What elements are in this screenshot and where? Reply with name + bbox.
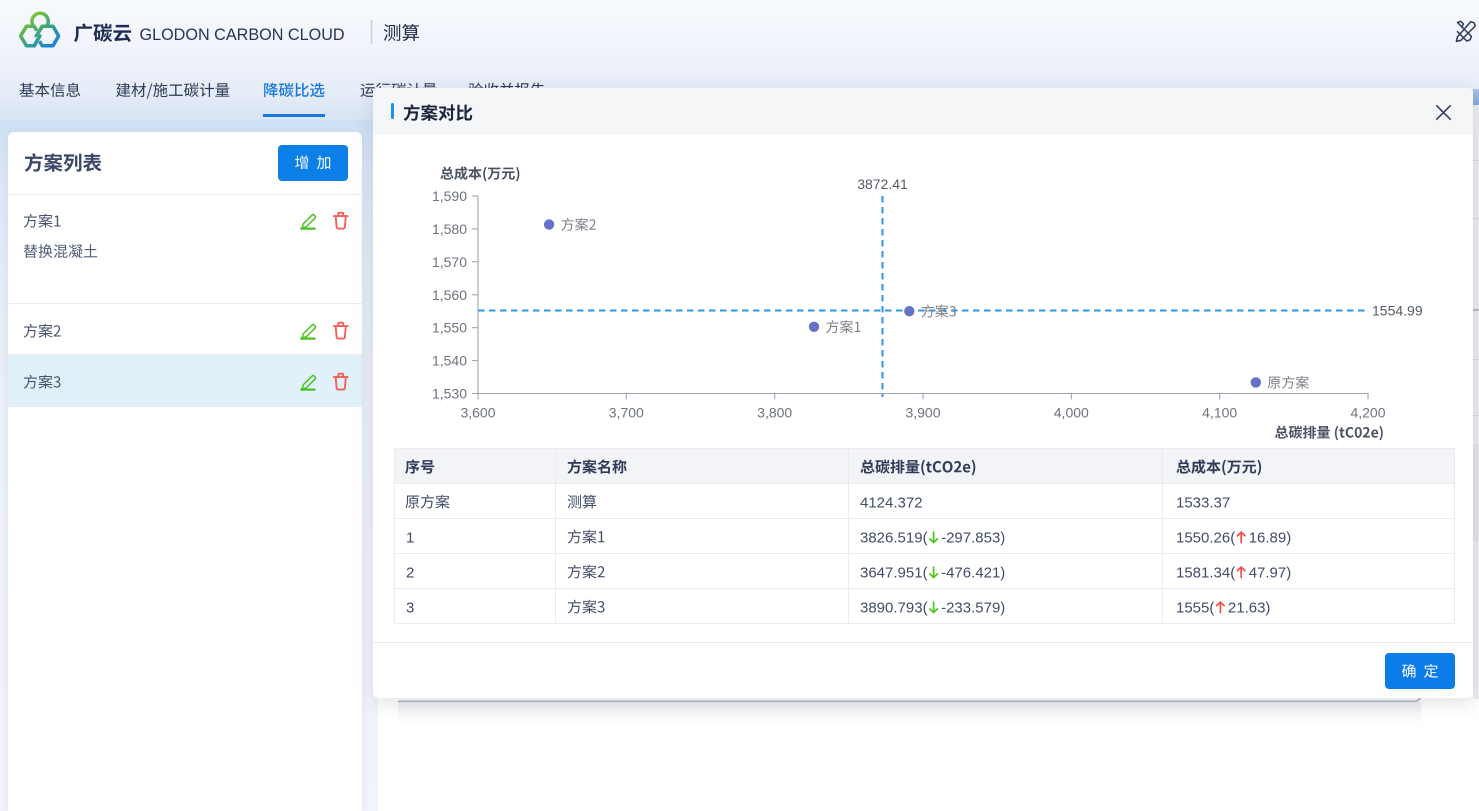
svg-text:4,100: 4,100 [1202,405,1237,421]
svg-text:-297.853): -297.853) [941,529,1005,546]
svg-text:3647.951(: 3647.951( [860,564,928,581]
svg-text:1,570: 1,570 [432,254,467,270]
svg-text:16.89): 16.89) [1249,529,1292,546]
svg-text:4,200: 4,200 [1350,405,1385,421]
svg-text:1581.34(: 1581.34( [1176,564,1235,581]
svg-text:21.63): 21.63) [1228,599,1271,616]
svg-text:-233.579): -233.579) [941,599,1005,616]
svg-text:1,590: 1,590 [432,188,467,204]
svg-text:1,550: 1,550 [432,320,467,336]
svg-text:3872.41: 3872.41 [857,176,908,192]
svg-text:4124.372: 4124.372 [860,494,923,511]
svg-text:1550.26(: 1550.26( [1176,529,1235,546]
svg-text:1,580: 1,580 [432,221,467,237]
svg-text:3,700: 3,700 [609,405,644,421]
svg-text:47.97): 47.97) [1249,564,1292,581]
svg-text:1,530: 1,530 [432,386,467,402]
svg-text:1: 1 [406,529,414,546]
svg-text:1,540: 1,540 [432,353,467,369]
svg-text:1555(: 1555( [1176,599,1214,616]
svg-text:3826.519(: 3826.519( [860,529,928,546]
svg-text:-476.421): -476.421) [941,564,1005,581]
svg-text:3,900: 3,900 [905,405,940,421]
svg-text:3,600: 3,600 [460,405,495,421]
svg-text:1554.99: 1554.99 [1372,303,1423,319]
svg-text:3,800: 3,800 [757,405,792,421]
svg-text:3: 3 [406,599,414,616]
svg-text:3890.793(: 3890.793( [860,599,928,616]
svg-text:1,560: 1,560 [432,287,467,303]
svg-text:1533.37: 1533.37 [1176,494,1230,511]
svg-text:2: 2 [406,564,414,581]
svg-text:4,000: 4,000 [1054,405,1089,421]
